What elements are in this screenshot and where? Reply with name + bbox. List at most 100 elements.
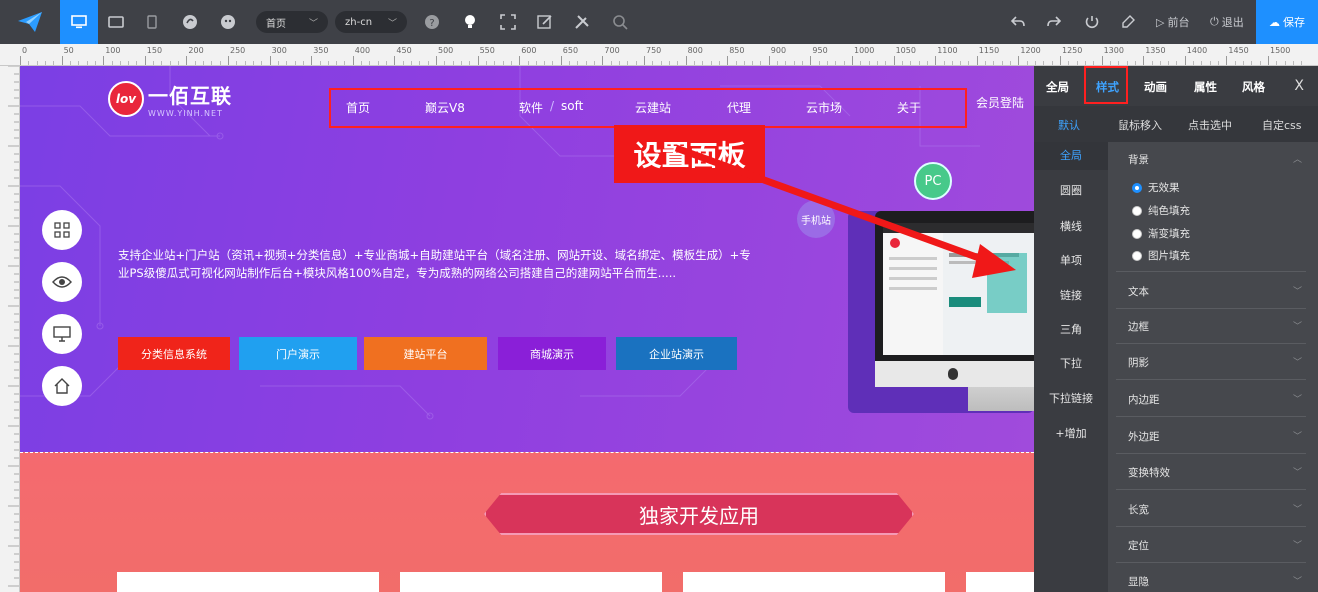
section-transform[interactable]: 变换特效 ﹀ bbox=[1116, 465, 1306, 490]
refresh-icon[interactable] bbox=[1074, 0, 1110, 44]
wechat-icon[interactable] bbox=[210, 0, 246, 44]
settings-panel-callout: 设置面板 bbox=[614, 125, 765, 183]
mini-program-icon[interactable] bbox=[172, 0, 208, 44]
nav-item-about[interactable]: 关于 bbox=[897, 99, 921, 116]
section-size[interactable]: 长宽 ﹀ bbox=[1116, 502, 1306, 527]
logout-link[interactable]: ⏻ 退出 bbox=[1210, 0, 1244, 44]
side-item-global[interactable]: 全局 bbox=[1034, 142, 1108, 170]
page-select[interactable]: 首页 ﹀ bbox=[256, 11, 328, 33]
ruler-label: 1500 bbox=[1270, 46, 1291, 55]
section-text[interactable]: 文本 ﹀ bbox=[1116, 284, 1306, 309]
side-item-triangle[interactable]: 三角 bbox=[1034, 321, 1108, 337]
section-label: 变换特效 bbox=[1128, 467, 1170, 479]
chevron-down-icon: ﹀ bbox=[1292, 358, 1302, 368]
bg-option-image[interactable]: 图片填充 bbox=[1132, 248, 1190, 263]
member-login-link[interactable]: 会员登陆 bbox=[976, 94, 1024, 111]
state-default[interactable]: 默认 bbox=[1058, 117, 1080, 133]
ruler-label: 650 bbox=[562, 46, 579, 55]
home-icon[interactable] bbox=[42, 366, 82, 406]
nav-item-soft[interactable]: soft bbox=[561, 99, 583, 113]
ruler-label: 1100 bbox=[937, 46, 958, 55]
state-hover[interactable]: 鼠标移入 bbox=[1118, 117, 1162, 133]
section-shadow[interactable]: 阴影 ﹀ bbox=[1116, 355, 1306, 380]
mobile-site-badge[interactable]: 手机站 bbox=[797, 200, 835, 238]
tablet-view-icon[interactable] bbox=[98, 0, 134, 44]
tab-style[interactable]: 样式 bbox=[1096, 79, 1119, 95]
chevron-down-icon: ﹀ bbox=[387, 18, 397, 29]
ruler-tick bbox=[1143, 56, 1145, 65]
state-click[interactable]: 点击选中 bbox=[1188, 117, 1232, 133]
tab-properties[interactable]: 属性 bbox=[1194, 79, 1217, 95]
pc-badge[interactable]: PC bbox=[914, 162, 952, 200]
site-brand[interactable]: lov 一佰互联 WWW.YINH.NET bbox=[108, 80, 232, 118]
section-margin[interactable]: 外边距 ﹀ bbox=[1116, 429, 1306, 454]
bg-option-solid[interactable]: 纯色填充 bbox=[1132, 203, 1190, 218]
bg-option-gradient[interactable]: 渐变填充 bbox=[1132, 226, 1190, 241]
ruler-label: 400 bbox=[354, 46, 371, 55]
section-padding[interactable]: 内边距 ﹀ bbox=[1116, 392, 1306, 417]
bg-option-label: 图片填充 bbox=[1148, 250, 1190, 262]
chevron-down-icon: ﹀ bbox=[1292, 468, 1302, 478]
nav-item-cloud-site[interactable]: 云建站 bbox=[635, 99, 671, 116]
section-position[interactable]: 定位 ﹀ bbox=[1116, 538, 1306, 563]
app-card[interactable] bbox=[400, 572, 662, 592]
bg-option-label: 渐变填充 bbox=[1148, 228, 1190, 240]
help-icon[interactable]: ? bbox=[414, 0, 450, 44]
nav-item-cloud-market[interactable]: 云市场 bbox=[806, 99, 842, 116]
hero-section[interactable]: lov 一佰互联 WWW.YINH.NET 首页 巅云V8 软件 / soft … bbox=[20, 66, 1034, 452]
side-item-link[interactable]: 链接 bbox=[1034, 287, 1108, 303]
app-card[interactable] bbox=[683, 572, 945, 592]
undo-icon[interactable] bbox=[1000, 0, 1036, 44]
redo-icon[interactable] bbox=[1036, 0, 1072, 44]
ruler-label: 550 bbox=[479, 46, 495, 55]
brand-logo: lov bbox=[108, 81, 144, 117]
app-card[interactable] bbox=[966, 572, 1034, 592]
tab-theme[interactable]: 风格 bbox=[1242, 79, 1265, 95]
intro-text: 支持企业站+门户站（资讯+视频+分类信息）+专业商城+自助建站平台（域名注册、网… bbox=[118, 248, 751, 280]
nav-item-v8[interactable]: 巅云V8 bbox=[425, 99, 465, 116]
clear-brush-icon[interactable] bbox=[1110, 0, 1146, 44]
section-border[interactable]: 边框 ﹀ bbox=[1116, 319, 1306, 344]
nav-item-agent[interactable]: 代理 bbox=[727, 99, 751, 116]
monitor-settings-icon[interactable] bbox=[42, 314, 82, 354]
lightbulb-icon[interactable] bbox=[452, 0, 488, 44]
logout-label: 退出 bbox=[1221, 16, 1244, 29]
side-item-single[interactable]: 单项 bbox=[1034, 252, 1108, 268]
save-button[interactable]: ☁ 保存 bbox=[1256, 0, 1318, 44]
close-icon[interactable]: X bbox=[1294, 78, 1304, 94]
state-custom-css[interactable]: 自定css bbox=[1262, 117, 1302, 133]
language-select[interactable]: zh-cn ﹀ bbox=[335, 11, 407, 33]
apps-section[interactable]: 独家开发应用 bbox=[20, 452, 1034, 592]
bg-option-none[interactable]: 无效果 bbox=[1132, 180, 1180, 195]
bg-option-label: 无效果 bbox=[1148, 182, 1180, 194]
app-logo-icon[interactable] bbox=[0, 0, 60, 44]
cta-portal-button[interactable]: 门户演示 bbox=[239, 337, 357, 370]
magic-search-icon[interactable] bbox=[602, 0, 638, 44]
nav-item-home[interactable]: 首页 bbox=[346, 99, 370, 116]
tab-global[interactable]: 全局 bbox=[1046, 79, 1069, 95]
grid-apps-icon[interactable] bbox=[42, 210, 82, 250]
side-item-add[interactable]: +增加 bbox=[1034, 425, 1108, 441]
nav-item-software[interactable]: 软件 bbox=[519, 99, 543, 116]
radio-icon bbox=[1132, 228, 1142, 239]
section-visibility[interactable]: 显隐 ﹀ bbox=[1116, 574, 1306, 592]
eye-preview-icon[interactable] bbox=[42, 262, 82, 302]
side-item-line[interactable]: 横线 bbox=[1034, 218, 1108, 234]
fullscreen-icon[interactable] bbox=[490, 0, 526, 44]
cta-mall-button[interactable]: 商城演示 bbox=[498, 337, 606, 370]
edit-icon[interactable] bbox=[527, 0, 563, 44]
cta-classified-button[interactable]: 分类信息系统 bbox=[118, 337, 230, 370]
cta-enterprise-button[interactable]: 企业站演示 bbox=[616, 337, 737, 370]
mobile-view-icon[interactable] bbox=[134, 0, 170, 44]
cta-site-platform-button[interactable]: 建站平台 bbox=[364, 337, 487, 370]
chevron-down-icon: ﹀ bbox=[1292, 577, 1302, 587]
frontend-link[interactable]: ▷ 前台 bbox=[1156, 0, 1189, 44]
tab-animation[interactable]: 动画 bbox=[1144, 79, 1167, 95]
side-item-circle[interactable]: 圆圈 bbox=[1034, 182, 1108, 198]
tools-icon[interactable] bbox=[564, 0, 600, 44]
side-item-dropdown[interactable]: 下拉 bbox=[1034, 355, 1108, 371]
side-item-dropdown-link[interactable]: 下拉链接 bbox=[1034, 390, 1108, 406]
ruler-tick bbox=[644, 56, 645, 65]
app-card[interactable] bbox=[117, 572, 379, 592]
desktop-view-icon[interactable] bbox=[60, 0, 98, 44]
